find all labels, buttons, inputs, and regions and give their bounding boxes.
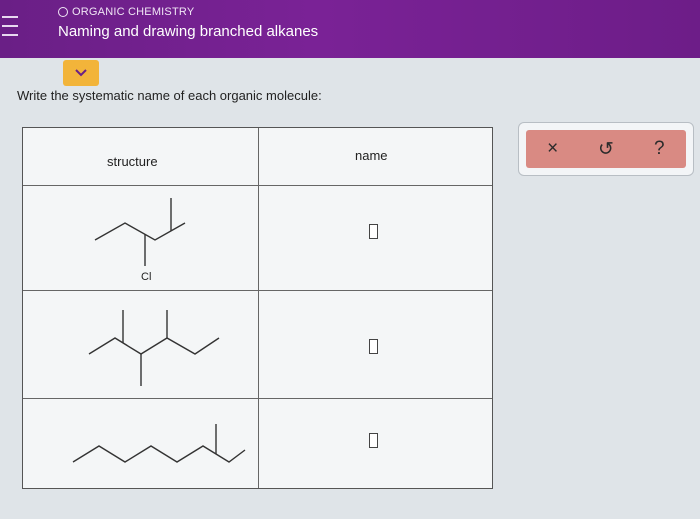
undo-button[interactable]: ↺ <box>591 138 621 161</box>
chevron-down-icon <box>75 69 87 77</box>
help-button[interactable]: ? <box>644 138 674 160</box>
answer-toolbar: × ↺ ? <box>518 122 694 176</box>
answer-field-1[interactable] <box>369 224 378 239</box>
course-subject: ORGANIC CHEMISTRY <box>58 6 194 18</box>
toolbar-buttons: × ↺ ? <box>526 130 686 168</box>
hamburger-icon[interactable] <box>2 16 18 36</box>
close-button[interactable]: × <box>538 138 568 160</box>
answer-field-3[interactable] <box>369 433 378 448</box>
answer-field-2[interactable] <box>369 339 378 354</box>
row-divider <box>23 290 492 291</box>
row-divider <box>23 398 492 399</box>
page-title: Naming and drawing branched alkanes <box>58 23 319 40</box>
molecule-structure-3 <box>72 424 246 463</box>
structure-column-header: structure <box>107 154 158 169</box>
molecule-table: structure name Cl <box>22 127 493 489</box>
top-header: ORGANIC CHEMISTRY Naming and drawing bra… <box>0 0 700 58</box>
molecule-structure-2 <box>88 310 220 386</box>
expand-button[interactable] <box>63 60 99 86</box>
name-column-header: name <box>355 148 388 163</box>
ring-icon <box>58 7 68 17</box>
row-divider <box>23 185 492 186</box>
question-prompt: Write the systematic name of each organi… <box>17 88 322 103</box>
chlorine-label: Cl <box>141 271 152 283</box>
subject-label: ORGANIC CHEMISTRY <box>72 6 195 18</box>
